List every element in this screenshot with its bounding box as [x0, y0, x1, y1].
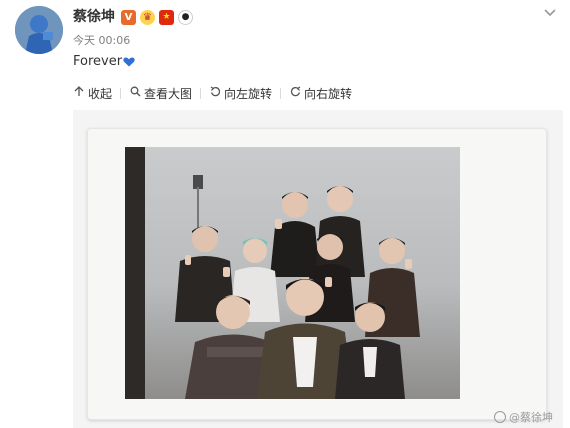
rotate-left-label: 向左旋转 [224, 86, 273, 101]
view-large-button[interactable]: 查看大图 [129, 85, 192, 102]
blue-heart-icon [123, 56, 135, 66]
collapse-label: 收起 [88, 86, 113, 101]
chevron-down-icon[interactable] [542, 4, 558, 20]
username[interactable]: 蔡徐坤 [73, 7, 115, 27]
collapse-button[interactable]: 收起 [73, 85, 112, 102]
image-toolbar: 收起 查看大图 向左旋转 向右旋转 [73, 84, 352, 102]
watermark-text: @蔡徐坤 [509, 411, 553, 424]
china-flag-icon[interactable]: ★ [159, 9, 174, 25]
toolbar-divider [280, 87, 282, 99]
user-avatar[interactable] [15, 6, 63, 54]
arrow-up-icon [73, 86, 85, 100]
crown-icon[interactable]: ♛ [140, 9, 155, 25]
post-text-body: Forever [73, 54, 123, 69]
user-badges: V ♛ ★ ● [121, 9, 193, 25]
magnifier-icon [129, 86, 141, 100]
polaroid-frame [87, 128, 547, 420]
toolbar-divider [120, 87, 122, 99]
watermark: @蔡徐坤 [494, 409, 553, 425]
verified-icon[interactable]: V [121, 9, 136, 25]
weibo-post-card: 蔡徐坤 V ♛ ★ ● 今天 00:06 Forever 收起 查看大图 向左旋… [0, 0, 570, 428]
rotate-right-label: 向右旋转 [304, 86, 353, 101]
post-text: Forever [73, 53, 135, 71]
rotate-right-icon [289, 86, 301, 100]
expanded-image-area: @蔡徐坤 [73, 110, 563, 428]
panda-icon[interactable]: ● [178, 9, 193, 25]
rotate-left-icon [209, 86, 221, 100]
toolbar-divider [200, 87, 202, 99]
group-photo[interactable] [125, 147, 460, 399]
rotate-left-button[interactable]: 向左旋转 [209, 85, 272, 102]
rotate-right-button[interactable]: 向右旋转 [289, 85, 352, 102]
weibo-watermark-icon [494, 411, 506, 423]
view-large-label: 查看大图 [144, 86, 193, 101]
post-timestamp[interactable]: 今天 00:06 [73, 34, 130, 48]
